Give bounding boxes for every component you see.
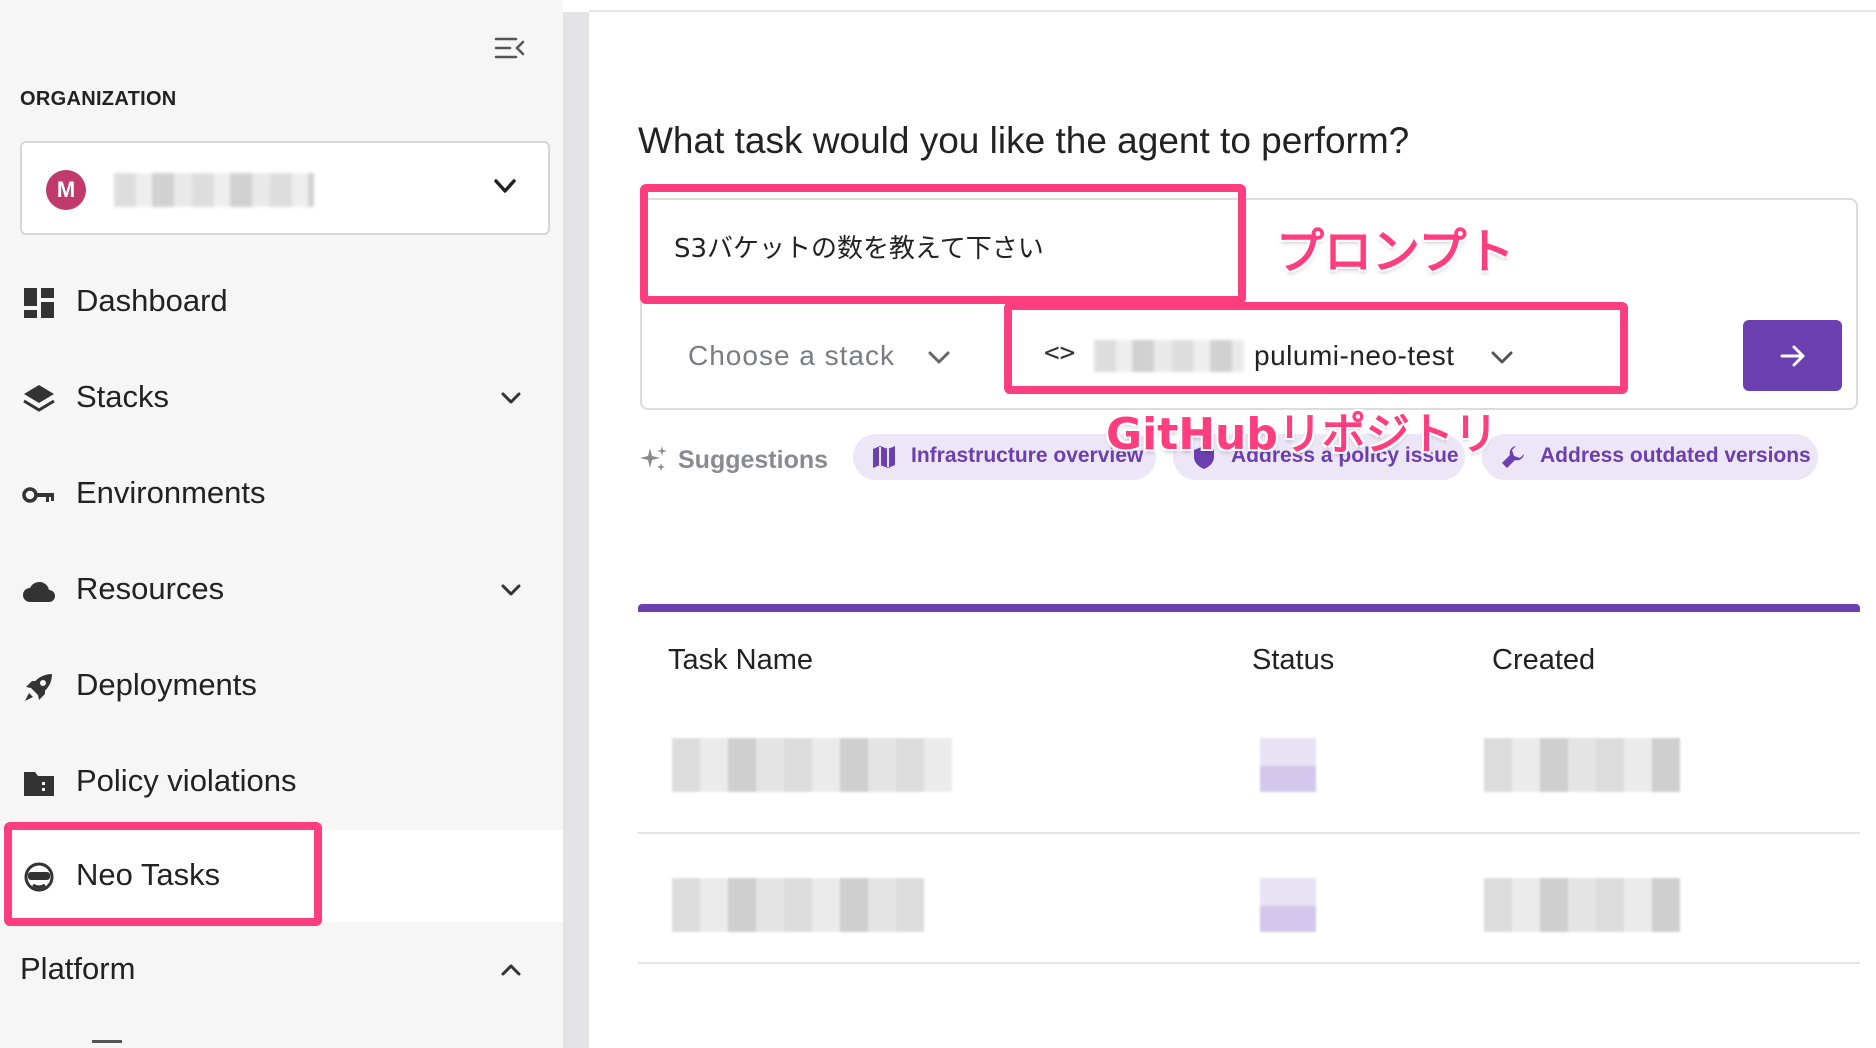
sidebar-section-label: Platform: [20, 951, 136, 986]
repository-select[interactable]: <> pulumi-neo-test: [1040, 330, 1520, 382]
layers-icon: [23, 385, 55, 412]
column-header-status[interactable]: Status: [1252, 644, 1334, 677]
repo-owner-redacted: [1094, 340, 1244, 372]
folder-policy-icon: [24, 772, 54, 796]
repository-name: pulumi-neo-test: [1254, 340, 1455, 371]
column-header-task-name[interactable]: Task Name: [668, 644, 813, 677]
sidebar-item-dashboard[interactable]: Dashboard: [0, 256, 563, 348]
chevron-down-icon: [1491, 351, 1513, 364]
sidebar-item-policy-violations[interactable]: Policy violations: [0, 736, 563, 828]
neo-agent-icon: [24, 862, 54, 892]
suggestions-label-text: Suggestions: [678, 446, 829, 474]
org-name-redacted: [114, 173, 314, 207]
row-divider: [638, 962, 1860, 964]
sidebar: ORGANIZATION M Dashboard Stacks Environm…: [0, 0, 563, 1048]
sidebar-item-label: Policy violations: [76, 763, 297, 798]
task-name-redacted: [672, 878, 924, 932]
submit-task-button[interactable]: [1743, 320, 1842, 391]
collapse-sidebar-icon[interactable]: [494, 34, 526, 62]
organization-label: ORGANIZATION: [20, 88, 177, 110]
suggestion-chip-label: Address outdated versions: [1540, 444, 1811, 467]
created-date-redacted: [1484, 738, 1680, 792]
sidebar-section-platform[interactable]: Platform: [0, 924, 563, 1016]
row-divider: [638, 832, 1860, 834]
arrow-right-icon: [1780, 345, 1805, 367]
cloud-icon: [23, 581, 55, 602]
map-icon: [873, 446, 895, 468]
chevron-down-icon: [928, 351, 950, 364]
task-name-redacted: [672, 738, 952, 792]
wrench-icon: [1502, 446, 1524, 468]
status-badge-redacted: [1260, 878, 1316, 932]
tasks-table-topbar: [638, 604, 1860, 612]
sidebar-item-deployments[interactable]: Deployments: [0, 640, 563, 732]
sidebar-item-label: Environments: [76, 475, 266, 510]
key-icon: [22, 487, 54, 503]
chevron-down-icon: [494, 179, 516, 193]
sidebar-item-stacks[interactable]: Stacks: [0, 352, 563, 444]
dashboard-icon: [24, 288, 54, 318]
chevron-down-icon: [501, 392, 521, 404]
sidebar-item-label: Resources: [76, 571, 225, 606]
suggestion-chip-address-outdated-versions[interactable]: Address outdated versions: [1482, 434, 1818, 480]
created-date-redacted: [1484, 878, 1680, 932]
sidebar-item-label: Neo Tasks: [76, 857, 221, 892]
annotation-repo-label: GitHubリポジトリ: [1106, 409, 1498, 460]
organization-selector[interactable]: M: [20, 141, 550, 235]
org-avatar: M: [46, 170, 86, 210]
sidebar-item-label: Dashboard: [76, 283, 228, 318]
rocket-icon: [25, 674, 52, 701]
sidebar-item-environments[interactable]: Environments: [0, 448, 563, 540]
page-question: What task would you like the agent to pe…: [638, 120, 1410, 161]
chevron-up-icon: [501, 964, 521, 976]
stack-select-placeholder: Choose a stack: [688, 340, 895, 371]
column-header-created[interactable]: Created: [1492, 644, 1595, 677]
status-badge-redacted: [1260, 738, 1316, 792]
top-divider: [589, 10, 1876, 12]
sidebar-item-label: Deployments: [76, 667, 257, 702]
sidebar-scrollbar[interactable]: [563, 12, 589, 1048]
code-icon: <>: [1044, 338, 1076, 368]
prompt-input[interactable]: S3バケットの数を教えて下さい: [674, 228, 1044, 265]
chevron-down-icon: [501, 584, 521, 596]
sidebar-overflow-marker: [92, 1040, 122, 1043]
sidebar-item-label: Stacks: [76, 379, 170, 414]
sparkle-icon: [640, 446, 667, 471]
annotation-prompt-label: プロンプト: [1276, 224, 1515, 280]
sidebar-item-neo-tasks[interactable]: Neo Tasks: [0, 830, 563, 922]
sidebar-item-resources[interactable]: Resources: [0, 544, 563, 636]
